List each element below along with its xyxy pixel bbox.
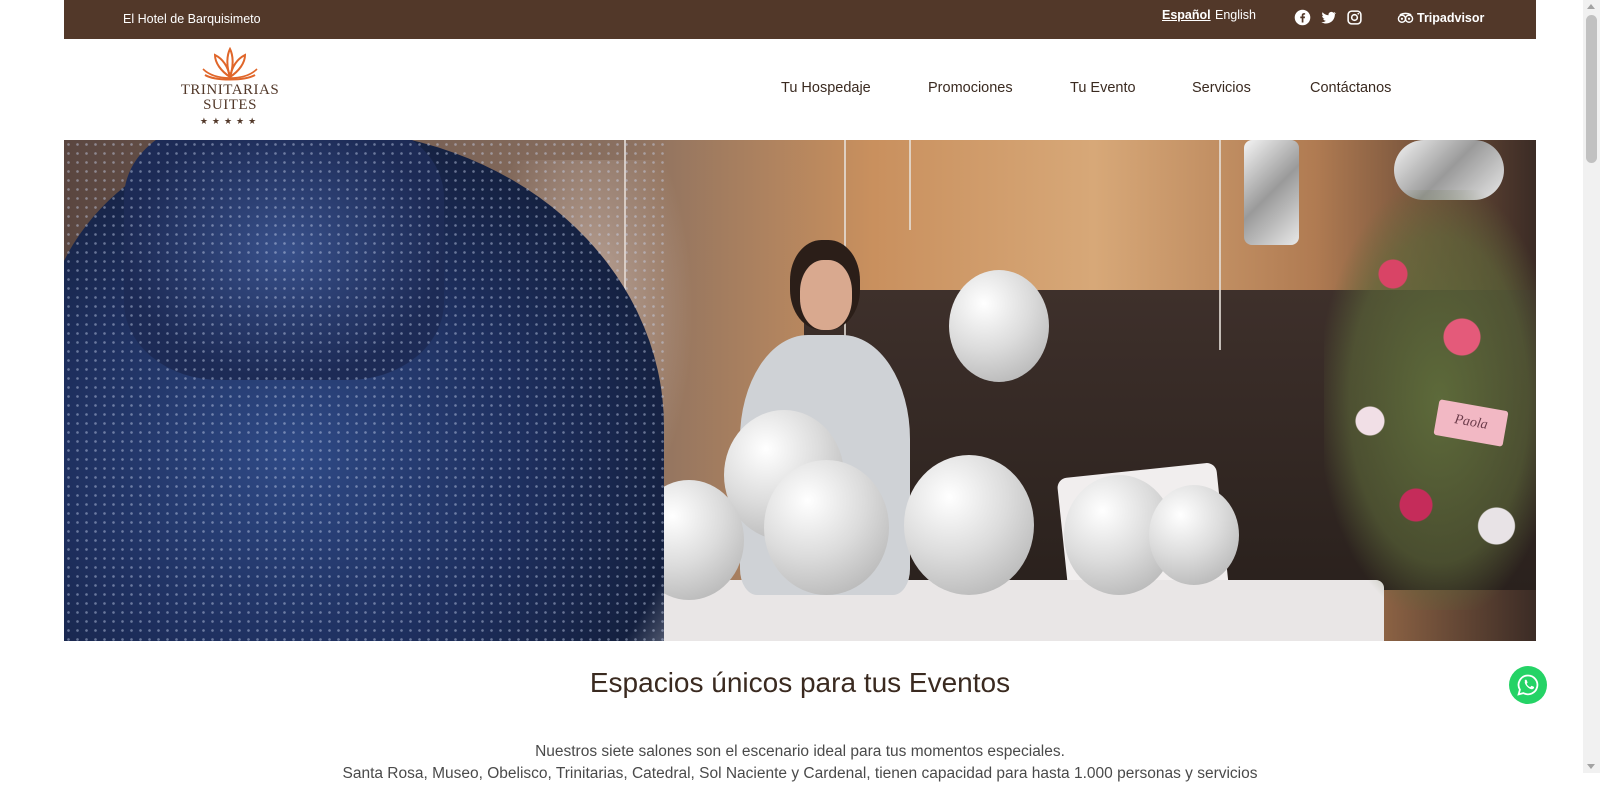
- foil-balloon: [1244, 140, 1299, 245]
- facebook-icon[interactable]: [1294, 9, 1311, 26]
- language-spanish-link[interactable]: Español: [1162, 8, 1211, 22]
- section-heading: Espacios únicos para tus Eventos: [589, 667, 1011, 698]
- flower-arrangement: [1324, 190, 1536, 610]
- paragraph-line-2: Santa Rosa, Museo, Obelisco, Trinitarias…: [342, 765, 1258, 782]
- nav-item-servicios[interactable]: Servicios: [1192, 80, 1251, 96]
- paragraph-line-1: Nuestros siete salones son el escenario …: [535, 743, 1065, 760]
- logo-line-1: TRINITARIAS: [180, 82, 280, 98]
- balloon: [1149, 485, 1239, 585]
- balloon: [904, 455, 1034, 595]
- section-paragraph: Nuestros siete salones son el escenario …: [0, 741, 1600, 785]
- nav-item-hospedaje[interactable]: Tu Hospedaje: [781, 80, 871, 96]
- whatsapp-button[interactable]: [1509, 666, 1547, 704]
- hero-image: Paola: [64, 140, 1536, 641]
- twitter-icon[interactable]: [1320, 9, 1337, 26]
- page-scrollbar[interactable]: [1583, 0, 1600, 773]
- nav-item-evento[interactable]: Tu Evento: [1070, 80, 1136, 96]
- nav-item-contactanos[interactable]: Contáctanos: [1310, 80, 1391, 96]
- top-bar: El Hotel de Barquisimeto Español English…: [64, 0, 1536, 39]
- tripadvisor-label: Tripadvisor: [1417, 11, 1485, 25]
- sequin-sparkles: [64, 140, 664, 641]
- tripadvisor-link[interactable]: Tripadvisor: [1397, 11, 1484, 25]
- language-english-link[interactable]: English: [1215, 8, 1256, 22]
- tripadvisor-icon: [1397, 12, 1414, 23]
- logo-line-2: SUITES: [203, 97, 257, 113]
- hotel-logo[interactable]: TRINITARIAS SUITES ★★★★★: [180, 47, 280, 133]
- balloon: [764, 460, 889, 595]
- lotus-icon: [202, 47, 258, 81]
- scroll-down-arrow-icon[interactable]: [1587, 764, 1595, 769]
- logo-stars: ★★★★★: [199, 116, 261, 126]
- scroll-up-arrow-icon[interactable]: [1587, 4, 1595, 9]
- hotel-tagline: El Hotel de Barquisimeto: [123, 12, 261, 26]
- instagram-icon[interactable]: [1346, 9, 1363, 26]
- balloon: [949, 270, 1049, 382]
- nav-item-promociones[interactable]: Promociones: [928, 80, 1013, 96]
- site-header: TRINITARIAS SUITES ★★★★★ Tu Hospedaje Pr…: [64, 39, 1536, 140]
- ribbon: [909, 140, 911, 230]
- whatsapp-icon: [1517, 674, 1539, 696]
- ribbon: [1219, 140, 1221, 350]
- scrollbar-thumb[interactable]: [1586, 15, 1597, 163]
